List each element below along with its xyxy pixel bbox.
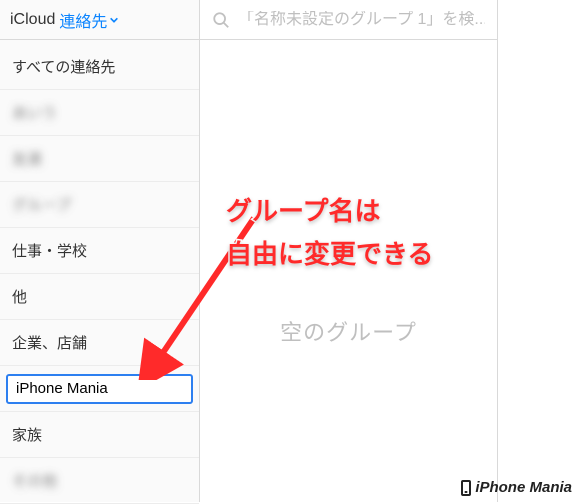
sidebar-item-label: その他 [12, 470, 57, 491]
dropdown-label-text: 連絡先 [59, 8, 107, 32]
annotation-line1: グループ名は [226, 190, 433, 233]
sidebar-item-label: 他 [12, 286, 27, 307]
chevron-down-icon [109, 15, 119, 25]
sidebar-header: iCloud 連絡先 [0, 0, 199, 40]
sidebar-item-label: 企業、店舗 [12, 332, 87, 353]
sidebar: iCloud 連絡先 すべての連絡先あいう友達グループ仕事・学校他企業、店舗家族… [0, 0, 200, 502]
sidebar-item[interactable]: 家族 [0, 412, 199, 458]
sidebar-item[interactable]: グループ [0, 182, 199, 228]
sidebar-item-label: 家族 [12, 424, 42, 445]
annotation-line2: 自由に変更できる [226, 233, 433, 276]
watermark-text: iPhone Mania [475, 479, 572, 496]
sidebar-item-label: 仕事・学校 [12, 240, 87, 261]
sidebar-item[interactable]: 仕事・学校 [0, 228, 199, 274]
watermark: iPhone Mania [461, 479, 572, 496]
sidebar-item[interactable]: 友達 [0, 136, 199, 182]
annotation-text: グループ名は 自由に変更できる [226, 190, 433, 276]
contacts-dropdown[interactable]: 連絡先 [59, 8, 119, 32]
phone-icon [461, 480, 471, 496]
sidebar-item-label: 友達 [12, 148, 42, 169]
search-icon [212, 11, 230, 29]
brand-label: iCloud [10, 11, 55, 29]
sidebar-item[interactable]: すべての連絡先 [0, 44, 199, 90]
sidebar-item[interactable]: 他 [0, 274, 199, 320]
sidebar-item-label: グループ [12, 194, 71, 215]
sidebar-item-label: あいう [12, 102, 57, 123]
sidebar-item[interactable]: あいう [0, 90, 199, 136]
detail-pane [498, 0, 580, 502]
group-name-input[interactable] [6, 374, 193, 404]
search-input[interactable] [238, 11, 485, 29]
search-bar [200, 0, 497, 40]
sidebar-item[interactable]: 企業、店舗 [0, 320, 199, 366]
sidebar-item[interactable] [0, 366, 199, 412]
sidebar-item-label: すべての連絡先 [12, 56, 115, 77]
group-list: すべての連絡先あいう友達グループ仕事・学校他企業、店舗家族その他 [0, 40, 199, 504]
sidebar-item[interactable]: その他 [0, 458, 199, 504]
